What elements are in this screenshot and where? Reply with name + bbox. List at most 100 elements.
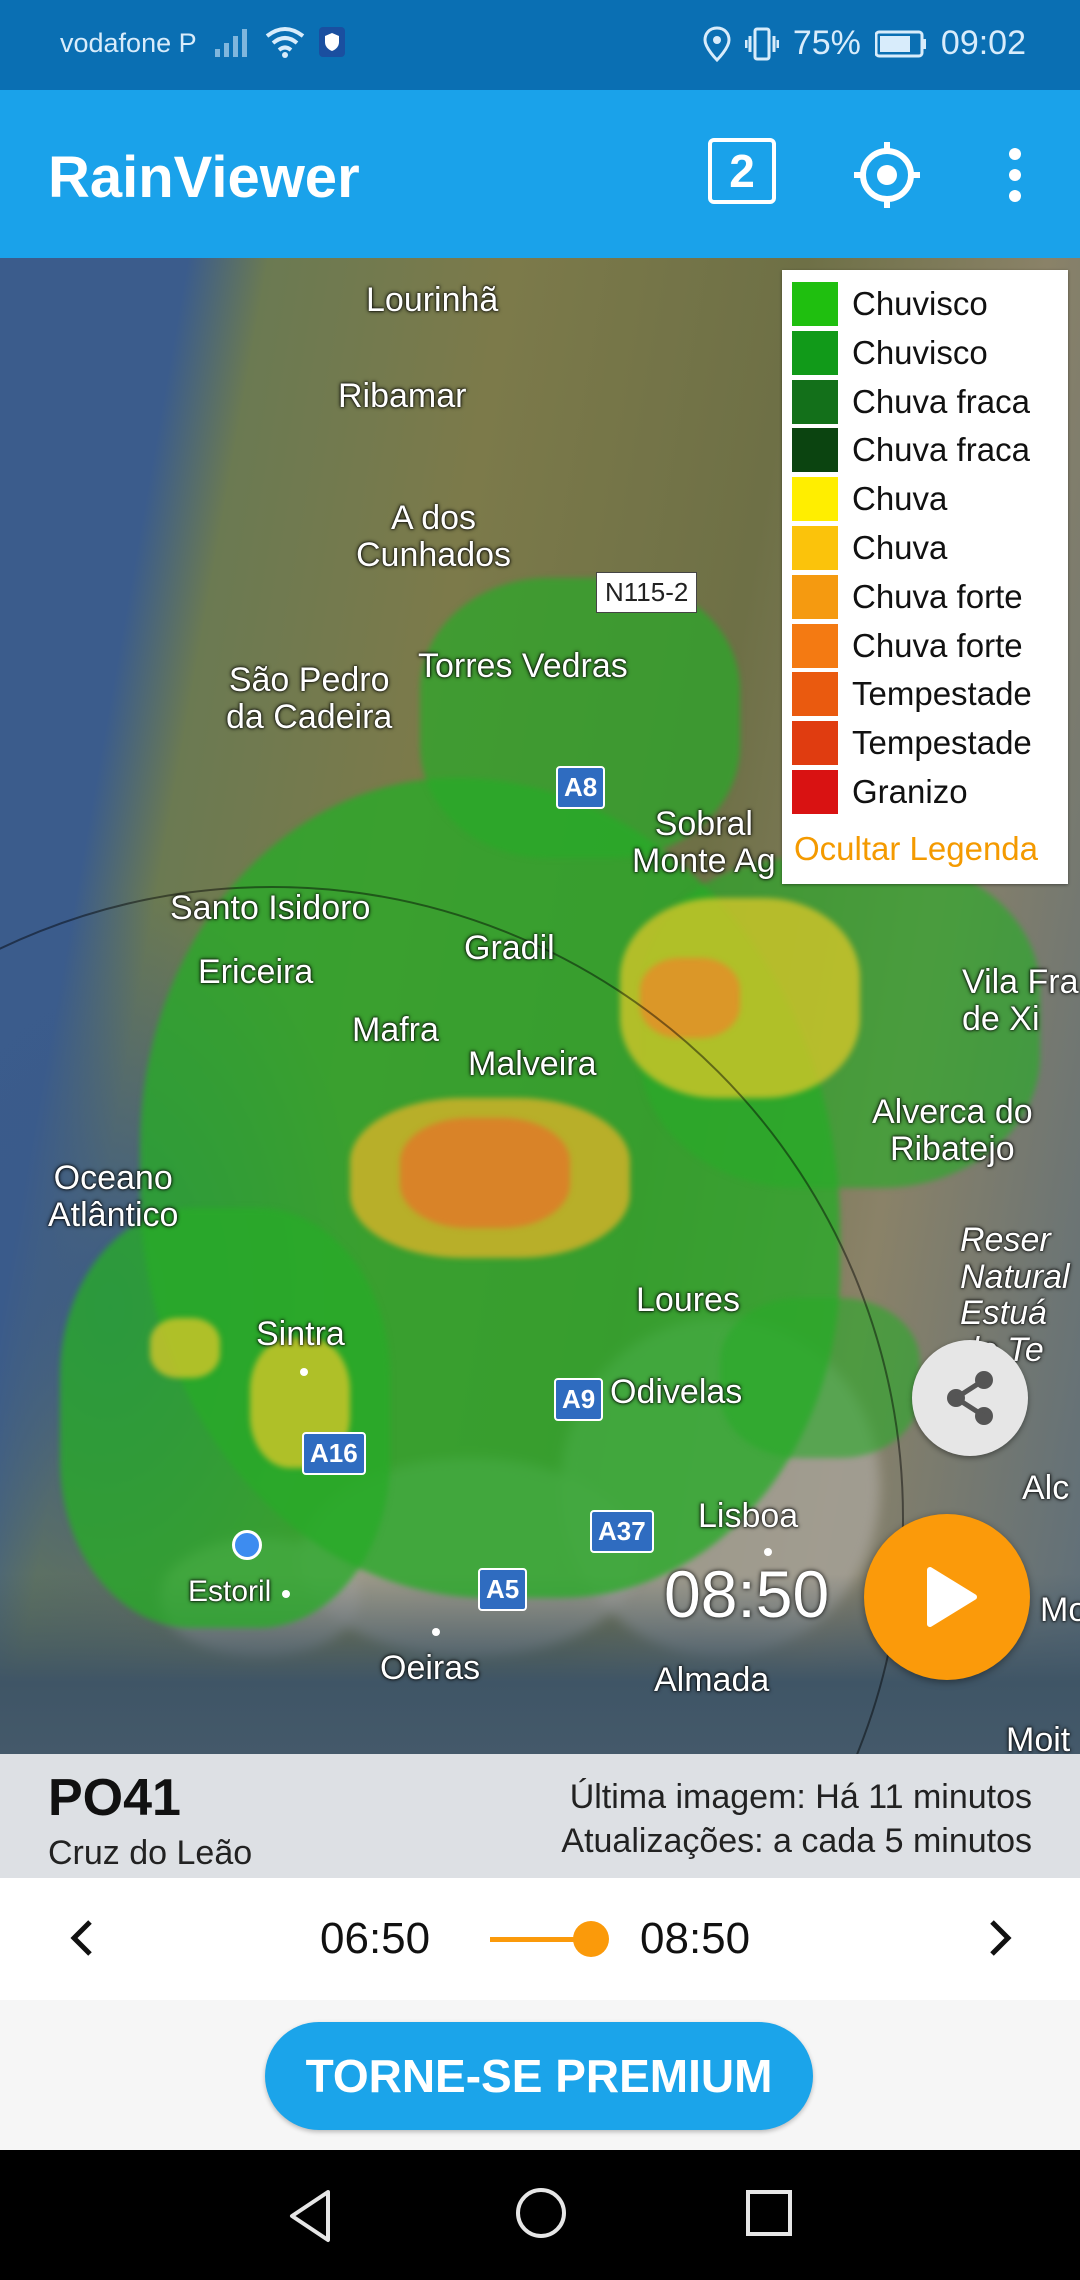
map-label: Oceano Atlântico bbox=[48, 1159, 179, 1234]
map-label: Ribamar bbox=[338, 377, 467, 415]
last-image-text: Última imagem: Há 11 minutos bbox=[569, 1778, 1032, 1816]
legend-label: Granizo bbox=[852, 773, 968, 810]
legend-item: Chuvisco bbox=[792, 280, 988, 328]
nav-home-icon[interactable] bbox=[514, 2186, 568, 2240]
premium-button[interactable]: TORNE-SE PREMIUM bbox=[265, 2022, 813, 2130]
status-time: 09:02 bbox=[940, 24, 1026, 62]
legend-color-swatch bbox=[792, 623, 838, 668]
legend-item: Chuva forte bbox=[792, 573, 1023, 621]
city-dot bbox=[282, 1590, 290, 1598]
map-label: Ericeira bbox=[198, 953, 314, 991]
city-dot bbox=[764, 1548, 772, 1556]
map-time-overlay: 08:50 bbox=[664, 1557, 830, 1631]
legend-item: Chuva forte bbox=[792, 622, 1023, 670]
legend-color-swatch bbox=[792, 330, 838, 375]
legend-item: Tempestade bbox=[792, 719, 1032, 767]
map-label: Vila Fra de Xi bbox=[962, 963, 1079, 1038]
legend-label: Chuva bbox=[852, 480, 948, 518]
legend-item: Chuvisco bbox=[792, 329, 988, 377]
premium-area: TORNE-SE PREMIUM bbox=[0, 2000, 1080, 2150]
map-label: Loures bbox=[636, 1281, 740, 1319]
battery-icon bbox=[874, 30, 926, 57]
road-sign-n115: N115-2 bbox=[596, 572, 698, 613]
legend-label: Chuva fraca bbox=[852, 431, 1030, 469]
update-info: Última imagem: Há 11 minutos Atualizaçõe… bbox=[561, 1776, 1032, 1863]
wifi-icon bbox=[265, 27, 305, 58]
legend-color-swatch bbox=[792, 574, 838, 619]
vibrate-icon bbox=[744, 27, 779, 60]
legend-color-swatch bbox=[792, 379, 838, 424]
map-label: Alc bbox=[1022, 1469, 1070, 1507]
shield-icon bbox=[319, 27, 345, 57]
radar-name: Cruz do Leão bbox=[48, 1834, 253, 1872]
radar-count-button[interactable]: 2 bbox=[708, 138, 776, 204]
legend-color-swatch bbox=[792, 477, 838, 522]
hide-legend-link[interactable]: Ocultar Legenda bbox=[794, 830, 1038, 868]
map-label: Moit bbox=[1006, 1721, 1071, 1754]
map-label: Gradil bbox=[464, 929, 555, 967]
road-sign-a37: A37 bbox=[590, 1510, 654, 1553]
legend-label: Chuva fraca bbox=[852, 382, 1030, 420]
legend-item: Chuva bbox=[792, 524, 947, 572]
legend-item: Chuva fraca bbox=[792, 378, 1030, 426]
radar-info-panel: PO41 Cruz do Leão Última imagem: Há 11 m… bbox=[0, 1754, 1080, 1878]
legend-color-swatch bbox=[792, 672, 838, 717]
legend-label: Chuva forte bbox=[852, 626, 1023, 664]
legend-item: Chuva bbox=[792, 475, 947, 523]
map-label: Odivelas bbox=[610, 1373, 743, 1411]
map-label: Oeiras bbox=[380, 1649, 481, 1687]
road-sign-a9: A9 bbox=[554, 1378, 604, 1421]
legend-item: Tempestade bbox=[792, 670, 1032, 718]
legend-label: Tempestade bbox=[852, 724, 1032, 762]
app-title: RainViewer bbox=[48, 145, 360, 210]
map-label: Mor bbox=[1040, 1591, 1080, 1629]
legend-color-swatch bbox=[792, 526, 838, 570]
legend-color-swatch bbox=[792, 428, 838, 473]
system-nav-bar bbox=[0, 2150, 1080, 2280]
map-label: Alverca do Ribatejo bbox=[872, 1093, 1033, 1168]
user-location-marker bbox=[232, 1530, 262, 1560]
more-vert-icon[interactable] bbox=[1000, 140, 1030, 210]
map-label: A dos Cunhados bbox=[356, 499, 512, 574]
legend-label: Chuva forte bbox=[852, 577, 1023, 615]
status-bar: vodafone P 75% 09:02 bbox=[0, 0, 1080, 90]
map-label: Mafra bbox=[352, 1011, 439, 1049]
legend-label: Chuva bbox=[852, 529, 948, 566]
map-label: Lourinhã bbox=[366, 281, 499, 319]
legend-item: Granizo bbox=[792, 768, 968, 816]
nav-back-icon[interactable] bbox=[282, 2186, 342, 2246]
timeline-bar: 06:50 08:50 bbox=[0, 1878, 1080, 2000]
chevron-left-icon[interactable] bbox=[62, 1916, 102, 1960]
play-button[interactable] bbox=[864, 1514, 1030, 1680]
legend-label: Tempestade bbox=[852, 675, 1032, 713]
map-label: Estoril bbox=[188, 1575, 272, 1608]
timeline-end-time: 08:50 bbox=[640, 1914, 751, 1963]
road-sign-a8: A8 bbox=[556, 766, 606, 809]
legend-color-swatch bbox=[792, 721, 838, 766]
legend-color-swatch bbox=[792, 770, 838, 814]
legend-panel: Chuvisco Chuvisco Chuva fraca Chuva fraca Ch… bbox=[782, 270, 1068, 884]
locate-icon[interactable] bbox=[852, 140, 922, 210]
map-label: Torres Vedras bbox=[418, 647, 628, 685]
map-label: Santo Isidoro bbox=[170, 889, 371, 927]
city-dot bbox=[300, 1368, 308, 1376]
battery-percent: 75% bbox=[792, 24, 861, 62]
location-icon bbox=[703, 25, 731, 62]
timeline-slider-thumb[interactable] bbox=[573, 1921, 609, 1957]
update-interval-text: Atualizações: a cada 5 minutos bbox=[561, 1821, 1032, 1860]
map-label: Sintra bbox=[256, 1315, 345, 1353]
play-icon bbox=[927, 1567, 977, 1627]
share-icon bbox=[947, 1371, 993, 1425]
signal-icon bbox=[215, 29, 247, 57]
map-label: Almada bbox=[654, 1661, 770, 1699]
map-label: Lisboa bbox=[698, 1497, 799, 1535]
map-label: Sobral Monte Ag bbox=[632, 805, 776, 880]
legend-label: Chuvisco bbox=[852, 285, 988, 322]
nav-recents-icon[interactable] bbox=[744, 2188, 794, 2238]
chevron-right-icon[interactable] bbox=[980, 1916, 1020, 1960]
road-sign-a5: A5 bbox=[478, 1568, 528, 1611]
map-label: Malveira bbox=[468, 1045, 597, 1083]
legend-label: Chuvisco bbox=[852, 333, 988, 371]
radar-code: PO41 bbox=[48, 1769, 181, 1827]
share-button[interactable] bbox=[912, 1340, 1028, 1456]
